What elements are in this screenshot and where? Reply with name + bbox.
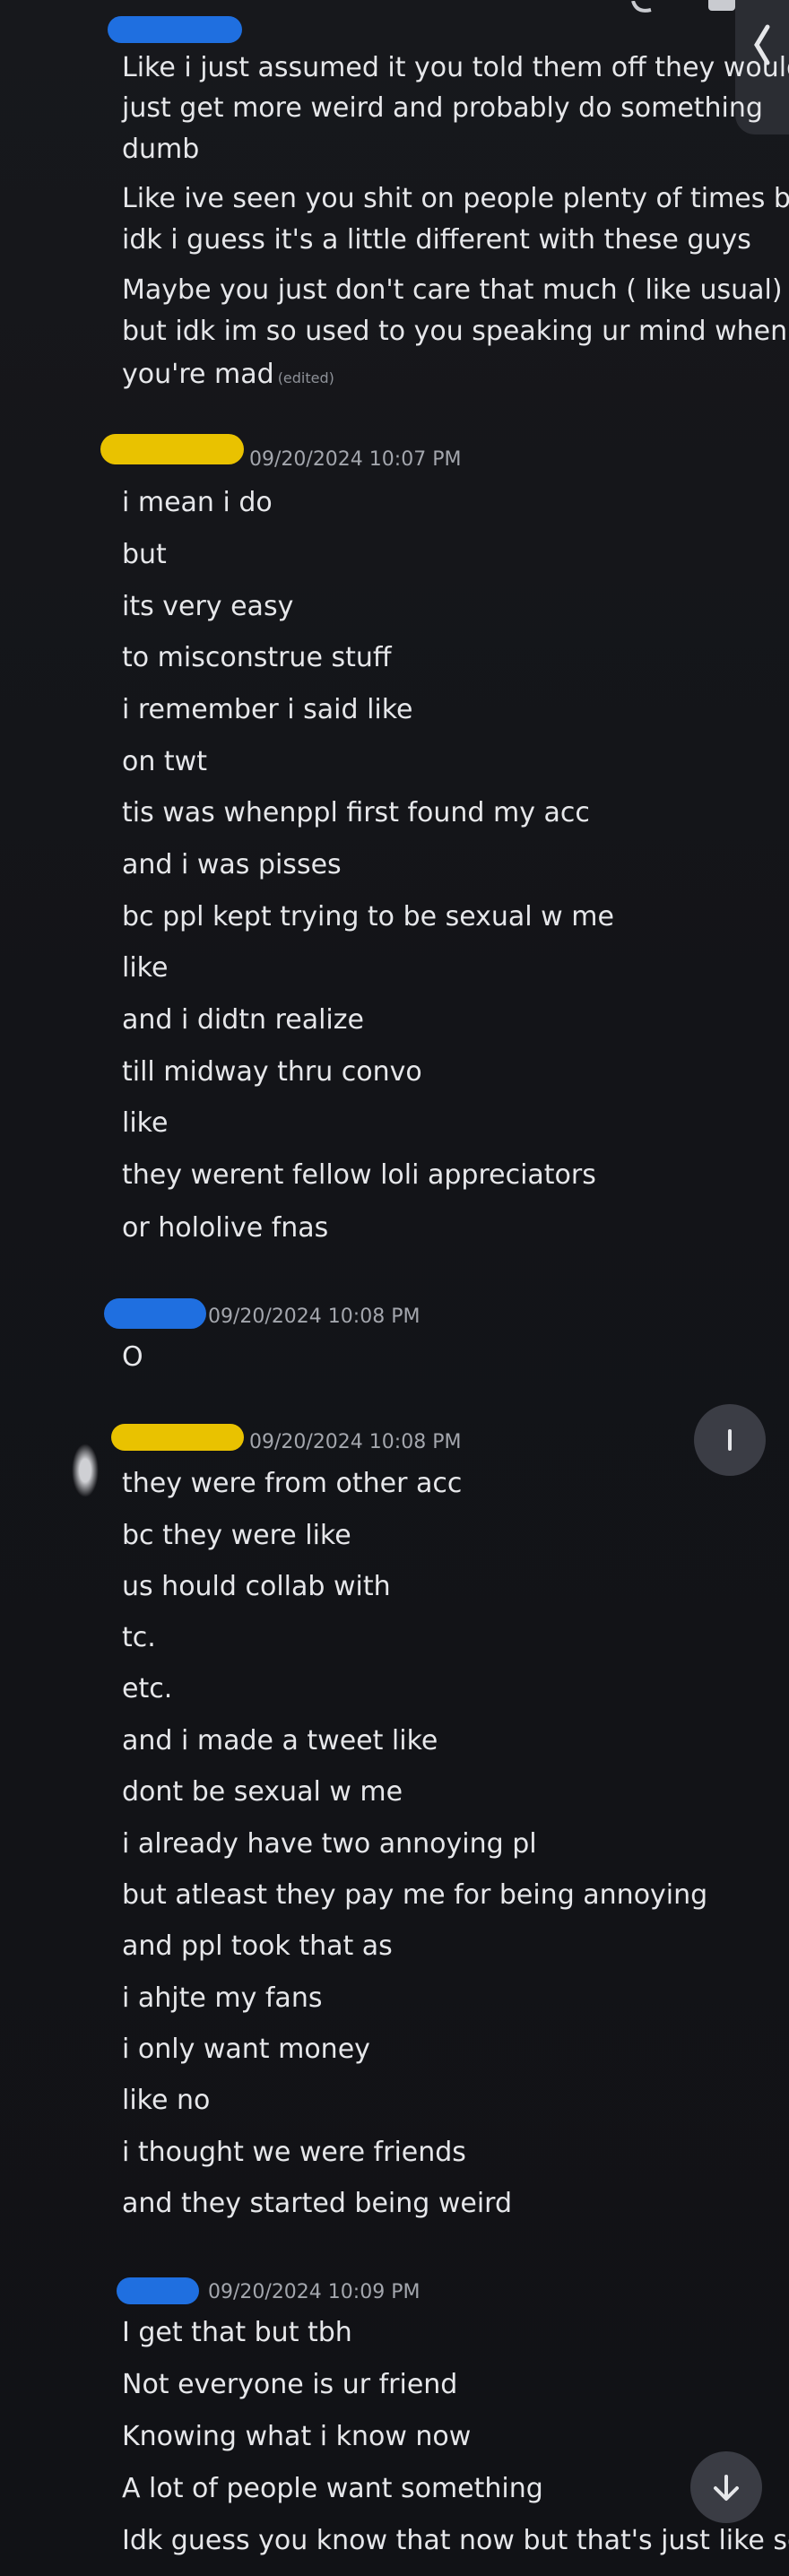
scroll-down-button[interactable] [690, 2451, 762, 2523]
message-line: i remember i said like [122, 694, 413, 725]
message-line: tis was whenppl first found my acc [122, 797, 590, 828]
message-line: Knowing what i know now [122, 2421, 472, 2452]
message-line: idk i guess it's a little different with… [122, 224, 751, 256]
redacted-username [100, 434, 244, 464]
message-line: you're mad (edited) [122, 357, 334, 396]
left-edge-mark [72, 1444, 99, 1497]
edited-label: (edited) [277, 369, 334, 386]
message-line: i already have two annoying pl [122, 1828, 537, 1860]
message-timestamp: 09/20/2024 10:09 PM [208, 2281, 421, 2303]
message-line: Idk guess you know that now but that's j… [122, 2525, 789, 2556]
message-line: Like i just assumed it you told them off… [122, 52, 789, 83]
message-line: or hololive fnas [122, 1212, 329, 1244]
phone-icon[interactable] [628, 0, 663, 13]
message-line: Like ive seen you shit on people plenty … [122, 183, 789, 214]
message-line: like [122, 1107, 169, 1139]
message-timestamp: 09/20/2024 10:08 PM [249, 1431, 462, 1453]
message-line: they were from other acc [122, 1468, 463, 1499]
message-line: etc. [122, 1673, 173, 1704]
message-line: like [122, 952, 169, 984]
redacted-username [117, 2277, 199, 2304]
redacted-username [108, 16, 242, 43]
message-line: on twt [122, 746, 207, 777]
chat-screen: Like i just assumed it you told them off… [0, 0, 789, 2576]
message-line: dont be sexual w me [122, 1776, 403, 1808]
message-line: just get more weird and probably do some… [122, 92, 763, 124]
message-line: bc ppl kept trying to be sexual w me [122, 901, 614, 932]
message-line: Not everyone is ur friend [122, 2369, 458, 2400]
message-line: I get that but tbh [122, 2317, 352, 2348]
message-line: and they started being weird [122, 2188, 513, 2219]
message-line: O [122, 1341, 143, 1373]
redacted-username [111, 1424, 244, 1451]
message-timestamp: 09/20/2024 10:07 PM [249, 448, 462, 471]
message-line: i thought we were friends [122, 2137, 466, 2168]
message-line: and i was pisses [122, 849, 342, 880]
message-line: dumb [122, 134, 200, 165]
message-line: and ppl took that as [122, 1930, 393, 1962]
message-line: Maybe you just don't care that much ( li… [122, 274, 783, 306]
redacted-username [104, 1298, 206, 1329]
message-line: but [122, 539, 167, 570]
message-line: and i made a tweet like [122, 1725, 438, 1756]
message-line: they werent fellow loli appreciators [122, 1159, 596, 1191]
arrow-up-icon [728, 1429, 732, 1451]
header-bar-fragment [708, 0, 735, 11]
message-text: you're mad [122, 359, 274, 390]
arrow-down-icon [714, 2475, 739, 2501]
message-line: till midway thru convo [122, 1056, 422, 1088]
message-line: i ahjte my fans [122, 1982, 323, 2014]
message-line: i mean i do [122, 487, 273, 518]
message-line: and i didtn realize [122, 1004, 364, 1036]
message-line: but atleast they pay me for being annoyi… [122, 1879, 708, 1911]
message-line: its very easy [122, 591, 294, 622]
message-line: like no [122, 2085, 211, 2116]
message-line: us hould collab with [122, 1571, 391, 1602]
message-line: bc they were like [122, 1520, 351, 1551]
message-line: to misconstrue stuff [122, 642, 392, 673]
message-timestamp: 09/20/2024 10:08 PM [208, 1305, 421, 1328]
scroll-up-button[interactable] [694, 1404, 766, 1476]
message-line: tc. [122, 1622, 156, 1653]
message-line: A lot of people want something [122, 2473, 543, 2504]
message-line: but idk im so used to you speaking ur mi… [122, 316, 788, 347]
message-line: i only want money [122, 2034, 370, 2065]
